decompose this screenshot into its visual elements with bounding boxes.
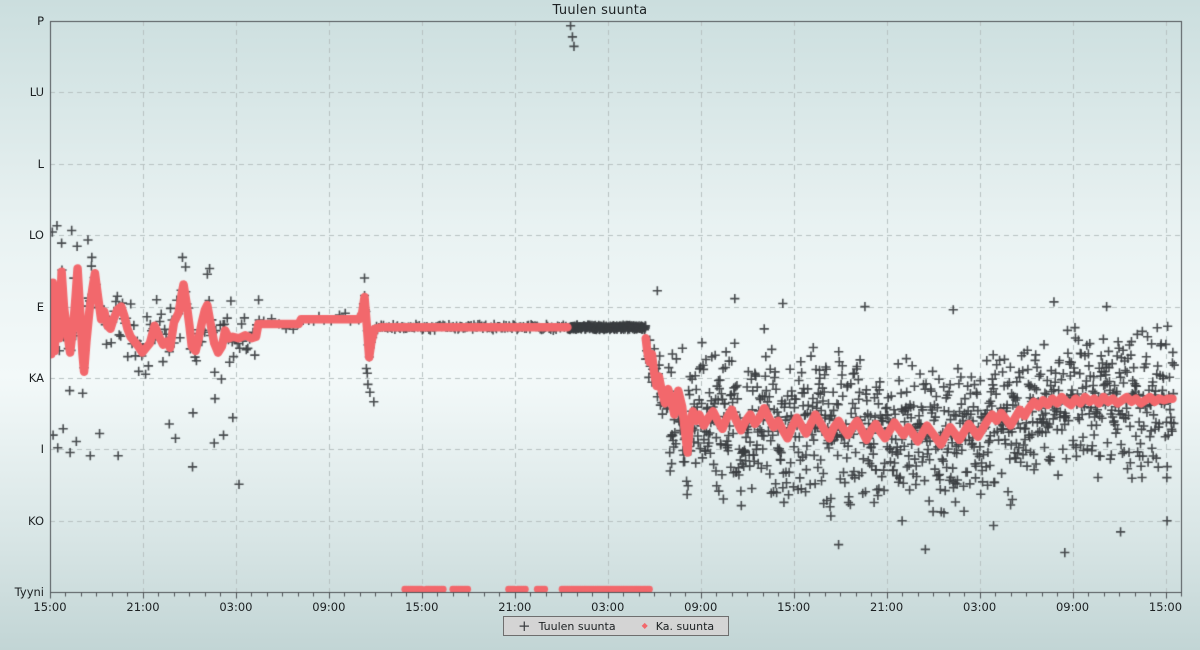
x-axis-label-9: 21:00: [870, 600, 904, 614]
x-axis-label-3: 09:00: [312, 600, 346, 614]
y-axis-label-E: E: [36, 299, 44, 314]
x-axis-label-0: 15:00: [33, 600, 67, 614]
x-axis-label-6: 03:00: [591, 600, 625, 614]
legend-item-tuulen-suunta: + Tuulen suunta: [518, 617, 616, 635]
diamond-marker-icon: ◆: [641, 621, 648, 630]
x-axis-label-10: 03:00: [963, 600, 997, 614]
legend-label: Tuulen suunta: [538, 619, 616, 633]
wind-direction-chart: Tuulen suunta P LU L LO E KA I KO Tyyni 15:00 21:…: [0, 0, 1200, 650]
chart-plot-canvas: [0, 0, 1200, 650]
chart-title: Tuulen suunta: [552, 3, 648, 18]
plus-marker-icon: +: [518, 617, 531, 635]
y-axis-label-LO: LO: [28, 228, 44, 243]
x-axis-label-1: 21:00: [126, 600, 160, 614]
y-axis-label-I: I: [40, 442, 44, 457]
x-axis-label-8: 15:00: [777, 600, 811, 614]
legend-item-ka-suunta: ◆ Ka. suunta: [642, 620, 715, 633]
x-axis-label-2: 03:00: [219, 600, 253, 614]
y-axis-label-Tyyni: Tyyni: [14, 585, 44, 600]
y-axis-label-KO: KO: [28, 513, 44, 528]
legend: + Tuulen suunta ◆ Ka. suunta: [503, 616, 730, 636]
y-axis-label-LU: LU: [29, 85, 44, 100]
x-axis-label-5: 21:00: [498, 600, 532, 614]
y-axis-label-KA: KA: [28, 371, 44, 385]
y-axis-label-P: P: [37, 14, 44, 28]
x-axis-label-11: 09:00: [1055, 600, 1090, 614]
y-axis-label-L: L: [37, 156, 44, 171]
x-axis-label-7: 09:00: [684, 600, 718, 614]
legend-label: Ka. suunta: [655, 619, 715, 633]
x-axis-label-12: 15:00: [1148, 600, 1183, 614]
x-axis-label-4: 15:00: [405, 600, 439, 614]
